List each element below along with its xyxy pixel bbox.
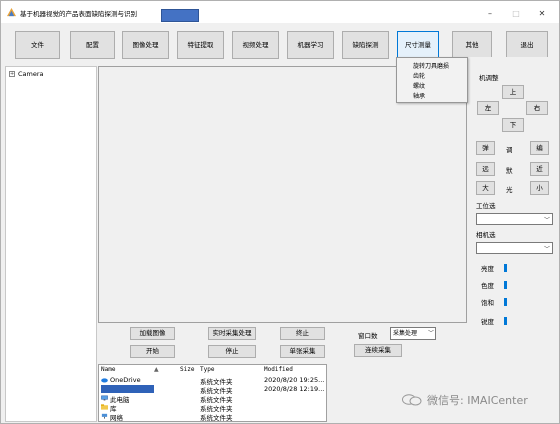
maximize-button[interactable]: □	[509, 9, 523, 19]
column-header-modified[interactable]: Modified	[264, 366, 293, 373]
window-title: 基于机器视觉的产品表面缺陷探测与识别	[20, 10, 137, 18]
acquisition-mode-select[interactable]: 采集处理 ﹀	[390, 327, 436, 340]
cloud-icon	[101, 378, 108, 383]
toolbar-dimension-measure-button[interactable]: 尺寸测量	[397, 31, 439, 59]
dimension-measure-menu: 旋转刀具磨损 齿轮 螺纹 轴承	[396, 57, 468, 103]
stop-button[interactable]: 停止	[208, 345, 256, 358]
watermark-text: 微信号: IMAICenter	[427, 394, 528, 407]
network-icon	[101, 413, 108, 419]
toolbar-file-button[interactable]: 文件	[15, 31, 60, 59]
file-modified: 2020/8/20 19:25...	[264, 376, 325, 384]
toolbar-video-processing-button[interactable]: 视频处理	[232, 31, 279, 59]
pan-left-button[interactable]: 左	[477, 101, 499, 115]
start-button[interactable]: 开始	[130, 345, 175, 358]
toolbar-machine-learning-button[interactable]: 机器学习	[287, 31, 334, 59]
chevron-down-icon: ﹀	[427, 330, 434, 337]
column-header-type[interactable]: Type	[200, 366, 214, 373]
chevron-down-icon: ﹀	[543, 217, 550, 224]
title-bar: 基于机器视觉的产品表面缺陷探测与识别 – □ ✕	[1, 1, 559, 23]
continuous-capture-button[interactable]: 连续采集	[354, 344, 402, 357]
toolbar-feature-extraction-button[interactable]: 特征提取	[177, 31, 224, 59]
file-row[interactable]: 此电脑 系统文件夹	[99, 394, 326, 404]
file-row[interactable]: 网络 系统文件夹	[99, 412, 326, 422]
hue-label: 色度	[481, 282, 494, 290]
adjust-button-2[interactable]: 编	[530, 141, 549, 155]
close-button[interactable]: ✕	[535, 9, 549, 19]
focus-near-button[interactable]: 近	[530, 162, 549, 176]
pan-down-button[interactable]: 下	[502, 118, 524, 132]
menu-item-bearing[interactable]: 轴承	[413, 91, 425, 100]
file-row[interactable]: OneDrive 系统文件夹 2020/8/20 19:25...	[99, 376, 326, 386]
pan-right-button[interactable]: 右	[526, 101, 548, 115]
focus-label: 默	[506, 167, 513, 175]
file-row[interactable]: 库 系统文件夹	[99, 403, 326, 413]
minimize-button[interactable]: –	[483, 9, 497, 19]
app-window: 基于机器视觉的产品表面缺陷探测与识别 – □ ✕ 文件 配置 图像处理 特征提取…	[0, 0, 560, 424]
window-count-label: 窗口数	[358, 332, 378, 340]
column-header-size[interactable]: Size	[180, 366, 194, 373]
saturation-label: 饱和	[481, 299, 494, 307]
position-select-label: 工位选	[476, 202, 496, 210]
tree-item-camera[interactable]: Camera	[18, 70, 44, 78]
file-modified: 2020/8/28 12:19...	[264, 385, 325, 393]
zoom-label: 光	[506, 186, 513, 194]
toolbar-config-button[interactable]: 配置	[70, 31, 115, 59]
title-highlight-field	[161, 9, 199, 22]
hue-slider[interactable]	[504, 281, 507, 289]
file-name: OneDrive	[110, 376, 141, 384]
file-row[interactable]: 系统文件夹 2020/8/28 12:19...	[99, 385, 326, 395]
brightness-slider[interactable]	[504, 264, 507, 272]
sort-ascending-icon: ▲	[154, 366, 159, 373]
pan-up-button[interactable]: 上	[502, 85, 524, 99]
camera-adjust-panel: 机调整 上 左 右 下 弹 调 编 远 默 近 大 光 小 工位选 ﹀ 相机选 …	[467, 57, 558, 422]
image-display-area[interactable]	[98, 66, 467, 323]
position-select[interactable]: ﹀	[476, 213, 553, 225]
camera-select-label: 相机选	[476, 231, 496, 239]
menu-item-tool-wear[interactable]: 旋转刀具磨损	[413, 61, 449, 70]
sharpness-slider[interactable]	[504, 317, 507, 325]
adjust-button-1[interactable]: 弹	[476, 141, 495, 155]
acquisition-mode-value: 采集处理	[393, 330, 418, 337]
toolbar-image-processing-button[interactable]: 图像处理	[122, 31, 169, 59]
tree-expand-icon[interactable]: +	[9, 71, 15, 77]
toolbar-defect-detection-button[interactable]: 缺陷探测	[342, 31, 389, 59]
brightness-label: 亮度	[481, 265, 494, 273]
menu-item-gear[interactable]: 齿轮	[413, 71, 425, 80]
terminate-button[interactable]: 终止	[280, 327, 325, 340]
menu-item-thread[interactable]: 螺纹	[413, 81, 425, 90]
camera-select[interactable]: ﹀	[476, 242, 553, 254]
load-image-button[interactable]: 加载图像	[130, 327, 175, 340]
file-type: 系统文件夹	[200, 414, 233, 422]
app-icon	[7, 8, 16, 17]
file-browser-list[interactable]: Name ▲ Size Type Modified OneDrive 系统文件夹…	[98, 364, 327, 422]
camera-adjust-title: 机调整	[479, 74, 499, 82]
zoom-in-button[interactable]: 大	[476, 181, 495, 195]
single-capture-button[interactable]: 单张采集	[280, 345, 325, 358]
toolbar-other-button[interactable]: 其他	[452, 31, 492, 59]
library-icon	[101, 404, 108, 410]
toolbar-exit-button[interactable]: 退出	[506, 31, 548, 59]
focus-far-button[interactable]: 远	[476, 162, 495, 176]
zoom-out-button[interactable]: 小	[530, 181, 549, 195]
camera-tree[interactable]: + Camera	[5, 66, 97, 422]
saturation-slider[interactable]	[504, 298, 507, 306]
selected-name-highlight	[101, 385, 154, 393]
column-header-name[interactable]: Name	[101, 366, 115, 373]
chevron-down-icon: ﹀	[543, 246, 550, 253]
sharpness-label: 锐度	[481, 318, 494, 326]
file-name: 网络	[110, 414, 123, 422]
wechat-logo-icon	[402, 394, 422, 406]
computer-icon	[101, 395, 108, 401]
realtime-capture-button[interactable]: 实时采集处理	[208, 327, 256, 340]
adjust-label-1: 调	[506, 146, 513, 154]
